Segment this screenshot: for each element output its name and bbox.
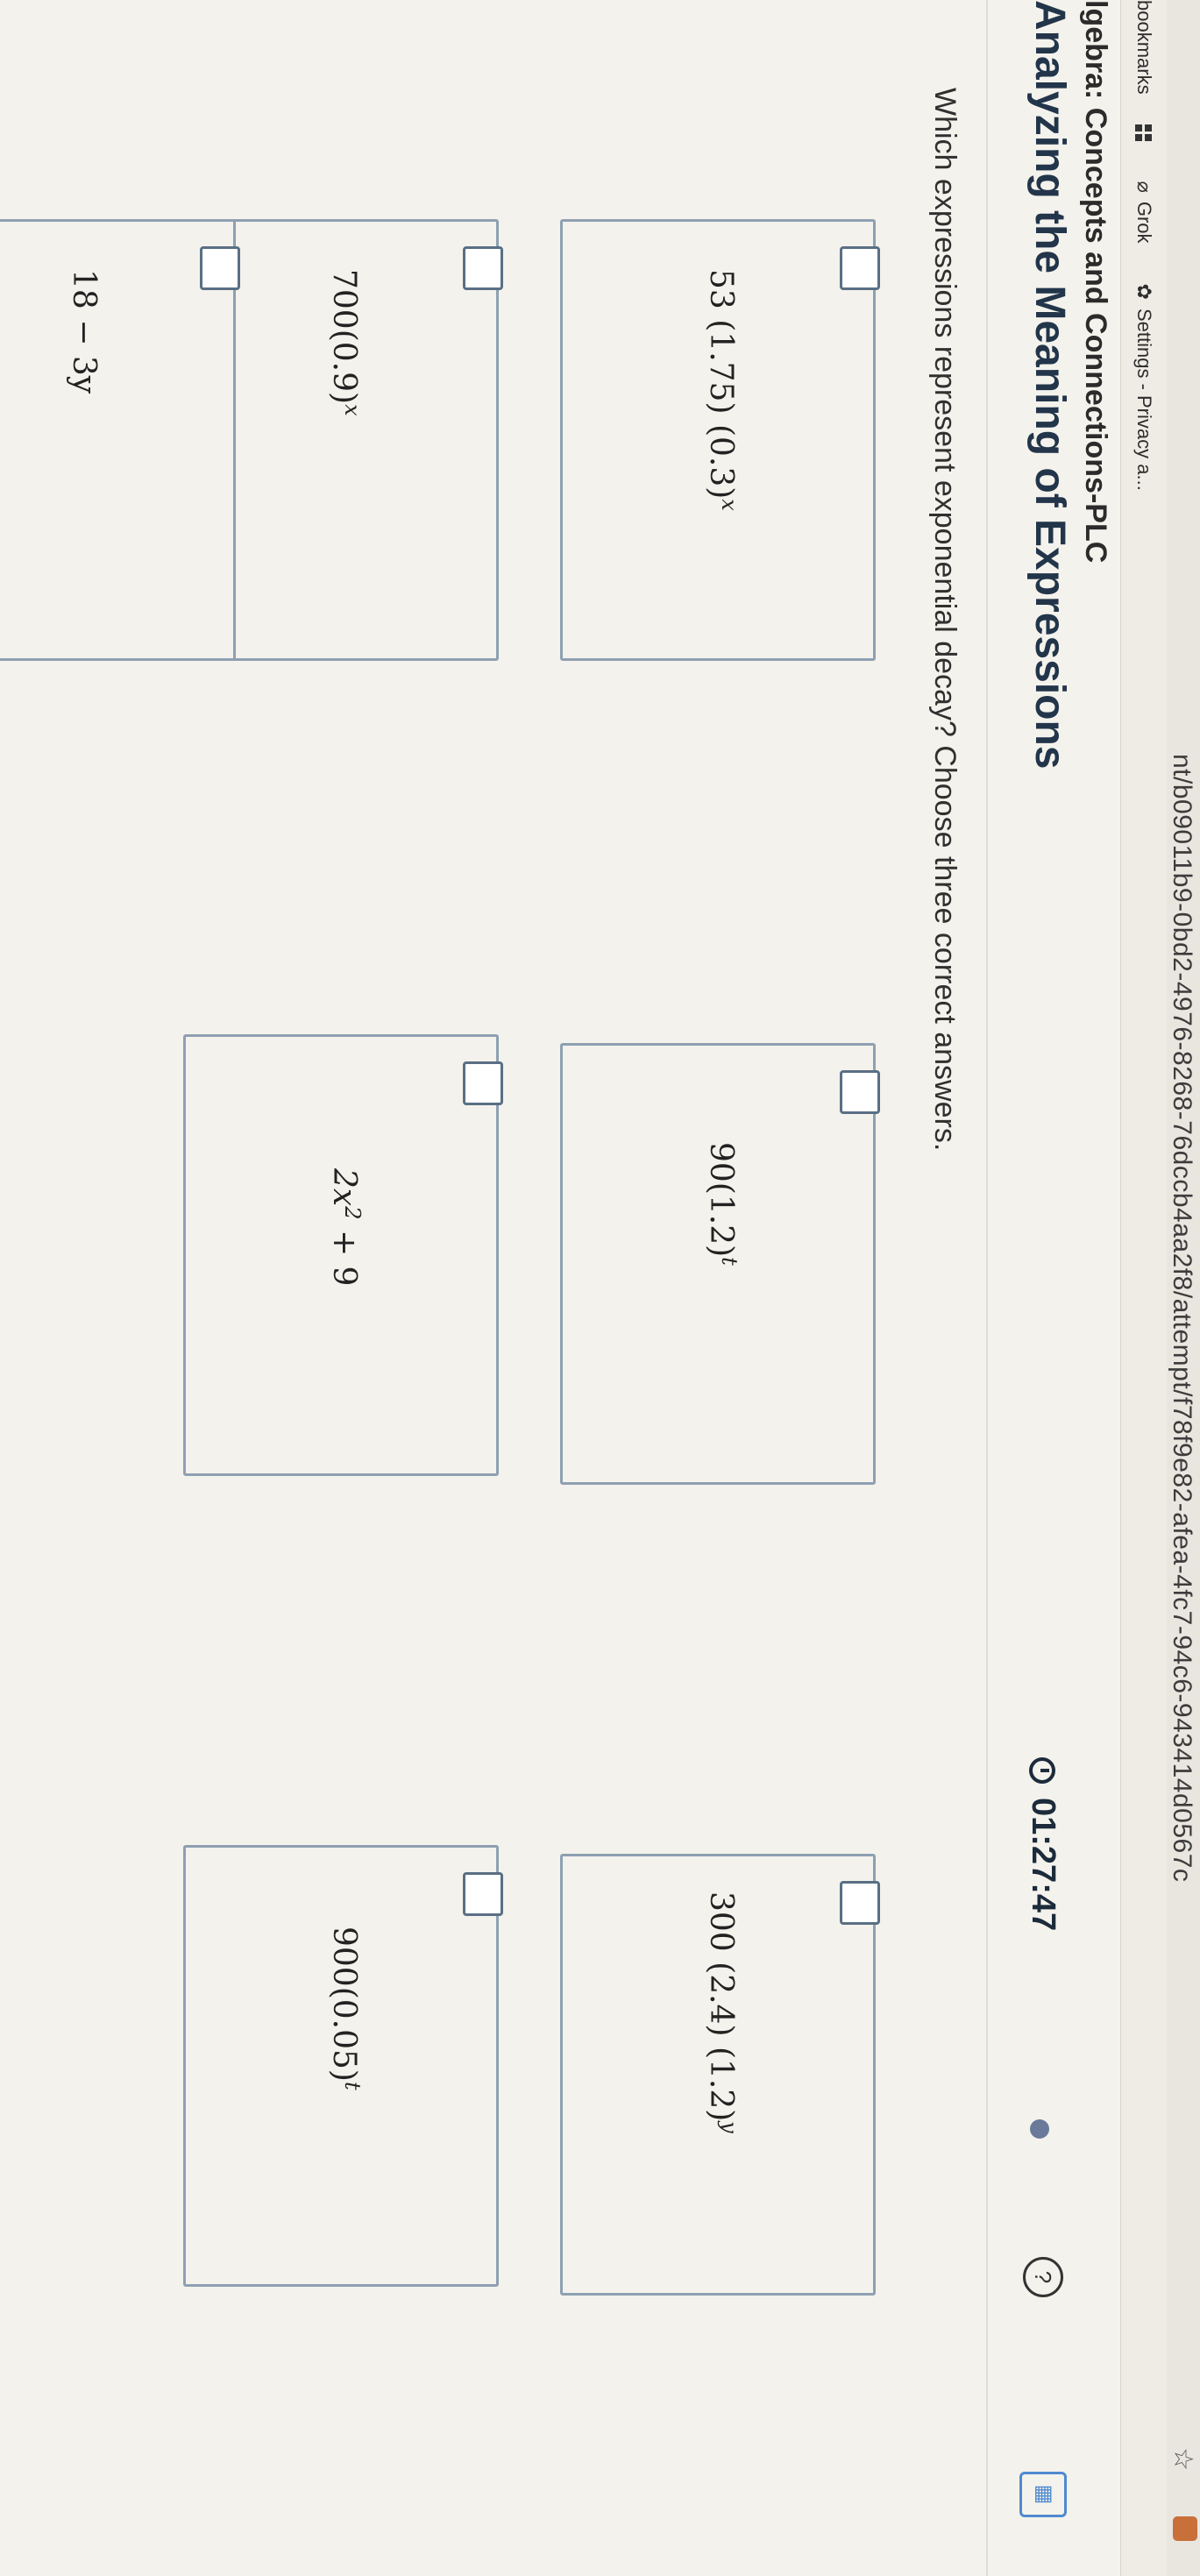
extension-icon[interactable] [1173, 2516, 1197, 2541]
answer-option-5[interactable]: 2x2 + 9 [183, 1034, 503, 1476]
answer-checkbox-7[interactable] [200, 246, 240, 290]
slash-circle-icon: ⌀ [1133, 181, 1155, 193]
answer-option-2[interactable]: 90(1.2)t [560, 1043, 880, 1485]
hint-bulb-icon[interactable]: ? [1023, 2257, 1063, 2297]
page-title: Analyzing the Meaning of Expressions [1026, 0, 1073, 770]
bookmarks-bar: bookmarks ⌀ Grok ✿ Settings - Privacy a.… [1120, 0, 1167, 2576]
bookmark-grok[interactable]: ⌀ Grok [1133, 181, 1155, 244]
rotated-screen: nt/b09011b9-0bd2-4976-8268-76dccb4aa2f8/… [0, 0, 1200, 2576]
question-prompt: Which expressions represent exponential … [928, 88, 962, 1152]
clock-icon [1029, 1757, 1056, 1784]
answer-option-3[interactable]: 300 (2.4) (1.2)y [560, 1854, 880, 2296]
expression-4: 700(0.9)x [326, 269, 365, 416]
bookmark-label: Grok [1133, 201, 1155, 244]
timer-value: 01:27:47 [1025, 1798, 1062, 1932]
expression-7: 18 − 3y [66, 269, 102, 394]
bookmark-settings-privacy[interactable]: ✿ Settings - Privacy a... [1133, 284, 1155, 491]
expression-5: 2x2 + 9 [326, 1168, 365, 1287]
answer-option-1[interactable]: 53 (1.75) (0.3)x [560, 219, 880, 661]
status-dot-icon[interactable] [1030, 2119, 1049, 2139]
timer: 01:27:47 [1024, 1757, 1062, 1931]
answer-option-6[interactable]: 900(0.05)t [183, 1845, 503, 2287]
bookmark-label: Settings - Privacy a... [1133, 308, 1155, 491]
apps-grid-icon[interactable] [1135, 124, 1153, 141]
expression-6: 900(0.05)t [326, 1927, 365, 2090]
course-title: lgebra: Concepts and Connections-PLC [1079, 0, 1112, 564]
bookmark-star-icon[interactable]: ☆ [1168, 2447, 1198, 2471]
answer-checkbox-2[interactable] [840, 1070, 880, 1114]
answer-checkbox-3[interactable] [840, 1881, 880, 1925]
url-text[interactable]: nt/b09011b9-0bd2-4976-8268-76dccb4aa2f8/… [1167, 754, 1196, 1882]
answer-checkbox-5[interactable] [463, 1061, 503, 1105]
lesson-header: lgebra: Concepts and Connections-PLC Ana… [986, 0, 1119, 2576]
expression-2: 90(1.2)t [703, 1142, 742, 1266]
browser-address-strip: nt/b09011b9-0bd2-4976-8268-76dccb4aa2f8/… [1166, 0, 1200, 2576]
expression-1: 53 (1.75) (0.3)x [703, 269, 742, 511]
answer-checkbox-1[interactable] [840, 246, 880, 290]
answer-checkbox-6[interactable] [463, 1872, 503, 1916]
bookmarks-label[interactable]: bookmarks [1133, 0, 1155, 95]
expression-3: 300 (2.4) (1.2)y [703, 1891, 742, 2133]
answer-checkbox-4[interactable] [463, 246, 503, 290]
gear-icon: ✿ [1133, 283, 1155, 300]
answer-option-7[interactable]: 18 − 3y [0, 219, 240, 661]
calculator-icon[interactable]: ▦ [1019, 2472, 1067, 2517]
